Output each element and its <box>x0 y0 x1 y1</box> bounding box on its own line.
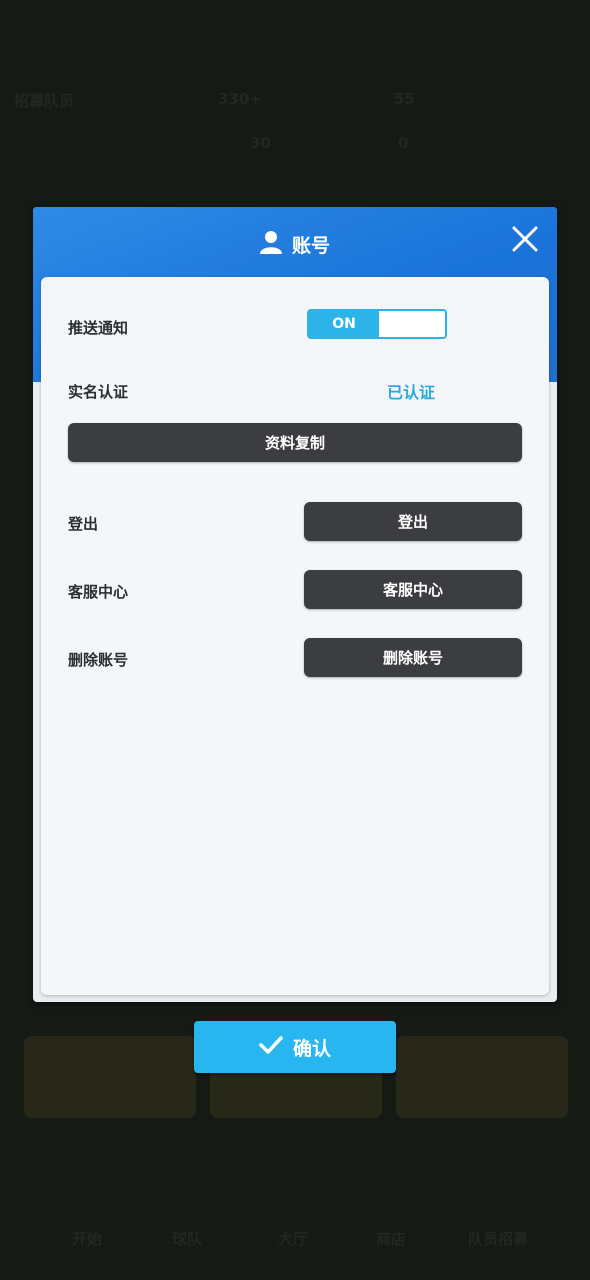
delete-account-button[interactable]: 删除账号 <box>304 638 522 677</box>
confirm-button[interactable]: 确认 <box>194 1021 396 1073</box>
push-notification-toggle[interactable]: ON <box>307 309 447 339</box>
checkmark-icon <box>259 1035 283 1060</box>
user-icon <box>259 230 282 259</box>
dialog-title: 账号 <box>291 234 330 257</box>
confirm-label: 确认 <box>292 1037 331 1060</box>
logout-button[interactable]: 登出 <box>304 502 522 541</box>
push-notification-label: 推送通知 <box>68 319 129 337</box>
copy-data-button[interactable]: 资料复制 <box>68 423 522 462</box>
customer-service-label: 客服中心 <box>68 583 129 601</box>
close-icon <box>512 226 538 252</box>
customer-service-button[interactable]: 客服中心 <box>304 570 522 609</box>
account-dialog: 账号 推送通知 ON 实名认证 已认证 资料复制 登出 登出 客服中心 客服中心… <box>33 207 557 1002</box>
realname-label: 实名认证 <box>68 383 129 401</box>
close-button[interactable] <box>511 225 539 253</box>
realname-status: 已认证 <box>387 383 436 402</box>
settings-panel: 推送通知 ON 实名认证 已认证 资料复制 登出 登出 客服中心 客服中心 删除… <box>41 277 549 995</box>
dialog-title-row: 账号 <box>33 229 557 259</box>
logout-label: 登出 <box>68 515 99 533</box>
delete-account-label: 删除账号 <box>68 651 129 669</box>
toggle-on-label: ON <box>309 311 379 337</box>
